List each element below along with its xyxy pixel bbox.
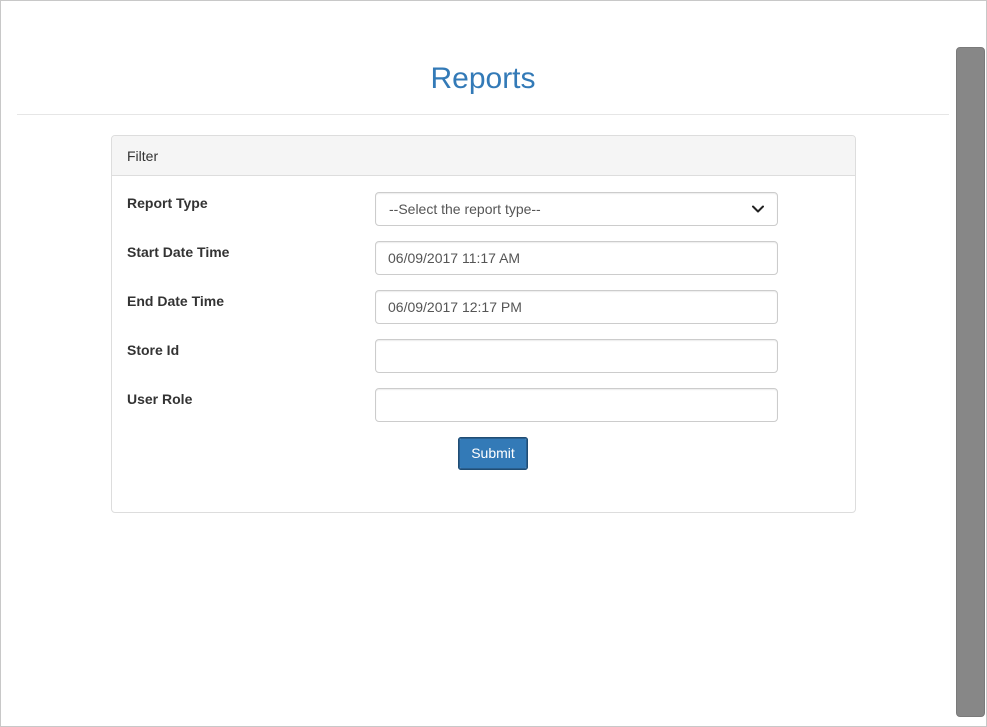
end-date-time-row: End Date Time xyxy=(127,290,778,324)
user-role-input[interactable] xyxy=(375,388,778,422)
filter-panel-heading: Filter xyxy=(112,136,855,176)
end-date-time-input[interactable] xyxy=(375,290,778,324)
user-role-label: User Role xyxy=(127,391,193,407)
report-type-row: Report Type --Select the report type-- xyxy=(127,192,778,226)
chevron-down-icon xyxy=(752,205,764,213)
filter-panel: Filter Report Type --Select the report t… xyxy=(111,135,856,513)
report-type-selected-value: --Select the report type-- xyxy=(389,201,541,217)
store-id-input[interactable] xyxy=(375,339,778,373)
app-window: Reports Filter Report Type --Select the … xyxy=(0,0,987,727)
store-id-label: Store Id xyxy=(127,342,180,358)
end-date-time-label: End Date Time xyxy=(127,293,224,309)
submit-button[interactable]: Submit xyxy=(458,437,528,470)
report-type-label: Report Type xyxy=(127,195,208,211)
start-date-time-row: Start Date Time xyxy=(127,241,778,275)
title-divider xyxy=(17,114,949,115)
page-title: Reports xyxy=(430,62,536,95)
start-date-time-input[interactable] xyxy=(375,241,778,275)
store-id-row: Store Id xyxy=(127,339,778,373)
scrollbar-thumb[interactable] xyxy=(956,47,985,717)
report-type-select[interactable]: --Select the report type-- xyxy=(375,192,778,226)
start-date-time-label: Start Date Time xyxy=(127,244,230,260)
user-role-row: User Role xyxy=(127,388,778,422)
